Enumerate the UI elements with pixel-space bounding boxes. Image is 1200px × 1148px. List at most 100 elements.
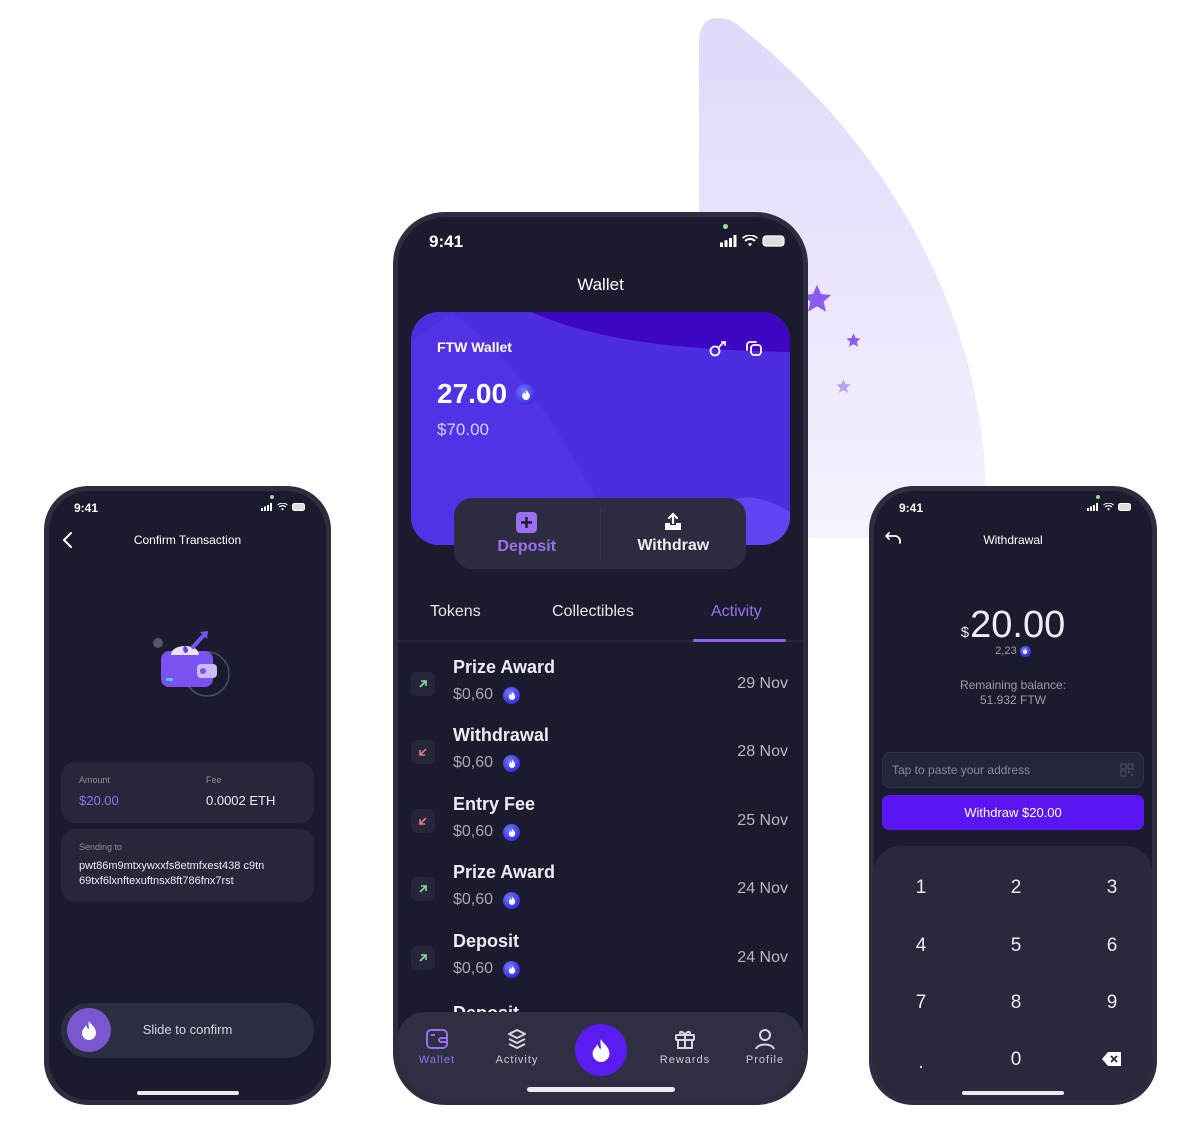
withdraw-submit-button[interactable]: Withdraw $20.00 xyxy=(882,795,1144,830)
play-button[interactable] xyxy=(575,1024,627,1076)
activity-title: Prize Award xyxy=(453,862,556,882)
withdrawal-screen: 9:41 Withdrawal $20.00 2,23 Remaining ba… xyxy=(874,491,1152,1100)
recipient-card: Sending to pwt86m9mtxywxxfs8etmfxest438 … xyxy=(61,829,314,902)
activity-title: Entry Fee xyxy=(453,794,536,814)
key-1[interactable]: 1 xyxy=(881,868,961,908)
key-0[interactable]: 0 xyxy=(976,1040,1056,1080)
withdraw-amount: $20.00 xyxy=(874,604,1152,647)
activity-amount: $0,60 xyxy=(453,960,521,978)
token-balance: 27.00 xyxy=(437,378,537,410)
slide-label: Slide to confirm xyxy=(142,1022,233,1037)
key-7[interactable]: 7 xyxy=(881,983,961,1023)
key-2[interactable]: 2 xyxy=(976,868,1056,908)
fee-value: 0.0002 ETH xyxy=(206,793,276,808)
copy-icon xyxy=(746,341,762,356)
layers-icon xyxy=(508,1029,526,1049)
withdraw-label: Withdraw xyxy=(637,537,710,554)
nav-profile[interactable]: Profile xyxy=(732,1028,798,1066)
copy-button[interactable] xyxy=(744,338,764,363)
activity-row[interactable]: Prize Award $0,60 24 Nov xyxy=(398,862,803,930)
currency-symbol: $ xyxy=(960,624,970,641)
status-time: 9:41 xyxy=(74,501,99,515)
confirm-screen: 9:41 Confirm Transaction Amount $20.00 F… xyxy=(49,491,326,1100)
outgoing-arrow-icon xyxy=(411,809,435,833)
deposit-button[interactable]: Deposit xyxy=(454,498,600,569)
phone-confirm-transaction: 9:41 Confirm Transaction Amount $20.00 F… xyxy=(44,486,331,1105)
privacy-indicator xyxy=(723,224,728,229)
remaining-balance: Remaining balance: 51.932 FTW xyxy=(874,678,1152,708)
wallet-send-illustration xyxy=(153,631,230,697)
key-5[interactable]: 5 xyxy=(976,926,1056,966)
page-title: Wallet xyxy=(577,275,624,294)
key-icon xyxy=(709,341,726,357)
key-6[interactable]: 6 xyxy=(1072,926,1152,966)
amount-fee-card: Amount $20.00 Fee 0.0002 ETH xyxy=(61,762,314,823)
activity-row[interactable]: Deposit $0,60 24 Nov xyxy=(398,931,803,999)
wallet-tabs: Tokens Collectibles Activity xyxy=(398,597,803,642)
ftw-coin-icon xyxy=(503,960,521,978)
incoming-arrow-icon xyxy=(411,946,435,970)
key-9[interactable]: 9 xyxy=(1072,983,1152,1023)
wifi-icon xyxy=(277,503,288,511)
address-input[interactable] xyxy=(892,763,1120,777)
nav-activity-label: Activity xyxy=(495,1054,539,1066)
withdraw-button[interactable]: Withdraw xyxy=(599,508,747,559)
key-3[interactable]: 3 xyxy=(1072,868,1152,908)
amount-text: $0,60 xyxy=(453,754,494,771)
signal-icon xyxy=(261,503,272,511)
status-bar: 9:41 xyxy=(49,491,326,521)
battery-icon xyxy=(1118,503,1131,511)
activity-row[interactable]: Withdrawal $0,60 28 Nov xyxy=(398,725,803,793)
card-actions xyxy=(708,338,764,363)
nav-profile-label: Profile xyxy=(745,1054,785,1066)
sending-to-label: Sending to xyxy=(79,842,123,852)
signal-icon xyxy=(720,235,737,247)
activity-row[interactable]: Entry Fee $0,60 25 Nov xyxy=(398,794,803,862)
activity-date: 24 Nov xyxy=(737,949,788,966)
home-indicator xyxy=(136,1091,239,1095)
key-decimal[interactable]: . xyxy=(881,1043,961,1083)
nav-wallet[interactable]: Wallet xyxy=(404,1028,470,1066)
status-time: 9:41 xyxy=(429,232,464,251)
upload-tray-icon xyxy=(665,512,682,530)
key-4[interactable]: 4 xyxy=(881,926,961,966)
activity-title: Withdrawal xyxy=(453,725,549,745)
nav-rewards[interactable]: Rewards xyxy=(652,1028,718,1066)
status-time: 9:41 xyxy=(899,501,924,515)
amount-label: Amount xyxy=(79,775,111,785)
key-backspace[interactable] xyxy=(1072,1039,1152,1079)
ftw-coin-icon xyxy=(503,686,521,704)
fee-label: Fee xyxy=(206,775,222,785)
tab-activity[interactable]: Activity xyxy=(711,603,762,621)
key-8[interactable]: 8 xyxy=(976,983,1056,1023)
token-equivalent: 2,23 xyxy=(874,645,1152,657)
tab-collectibles[interactable]: Collectibles xyxy=(552,603,634,621)
address-field[interactable] xyxy=(882,752,1144,788)
usd-balance: $70.00 xyxy=(437,420,489,439)
qr-code-icon[interactable] xyxy=(1120,763,1134,777)
remaining-value: 51.932 FTW xyxy=(979,693,1047,707)
outgoing-arrow-icon xyxy=(411,740,435,764)
nav-activity[interactable]: Activity xyxy=(484,1028,550,1066)
activity-amount: $0,60 xyxy=(453,823,521,841)
address-line: pwt86m9mtxywxxfs8etmfxest438 c9tn xyxy=(79,860,265,872)
amount-text: $0,60 xyxy=(453,960,494,977)
activity-date: 28 Nov xyxy=(737,743,788,760)
activity-date: 25 Nov xyxy=(737,812,788,829)
wallet-name: FTW Wallet xyxy=(437,339,512,355)
activity-row[interactable]: Prize Award $0,60 29 Nov xyxy=(398,657,803,725)
status-icons xyxy=(720,235,786,247)
amount-text: $0,60 xyxy=(453,891,494,908)
key-button[interactable] xyxy=(708,338,728,363)
tab-tokens[interactable]: Tokens xyxy=(430,603,481,621)
ftw-coin-icon xyxy=(1019,645,1031,657)
privacy-indicator xyxy=(1096,495,1100,499)
address-line: 69txf6lxnftexuftnsx8ft786fnx7rst xyxy=(79,875,234,887)
backspace-icon xyxy=(1102,1052,1121,1066)
activity-date: 29 Nov xyxy=(737,675,788,692)
wallet-icon xyxy=(426,1029,448,1049)
slide-to-confirm[interactable]: Slide to confirm xyxy=(61,1003,314,1058)
battery-icon xyxy=(762,235,785,247)
activity-amount: $0,60 xyxy=(453,686,521,704)
status-bar: 9:41 xyxy=(398,217,803,251)
